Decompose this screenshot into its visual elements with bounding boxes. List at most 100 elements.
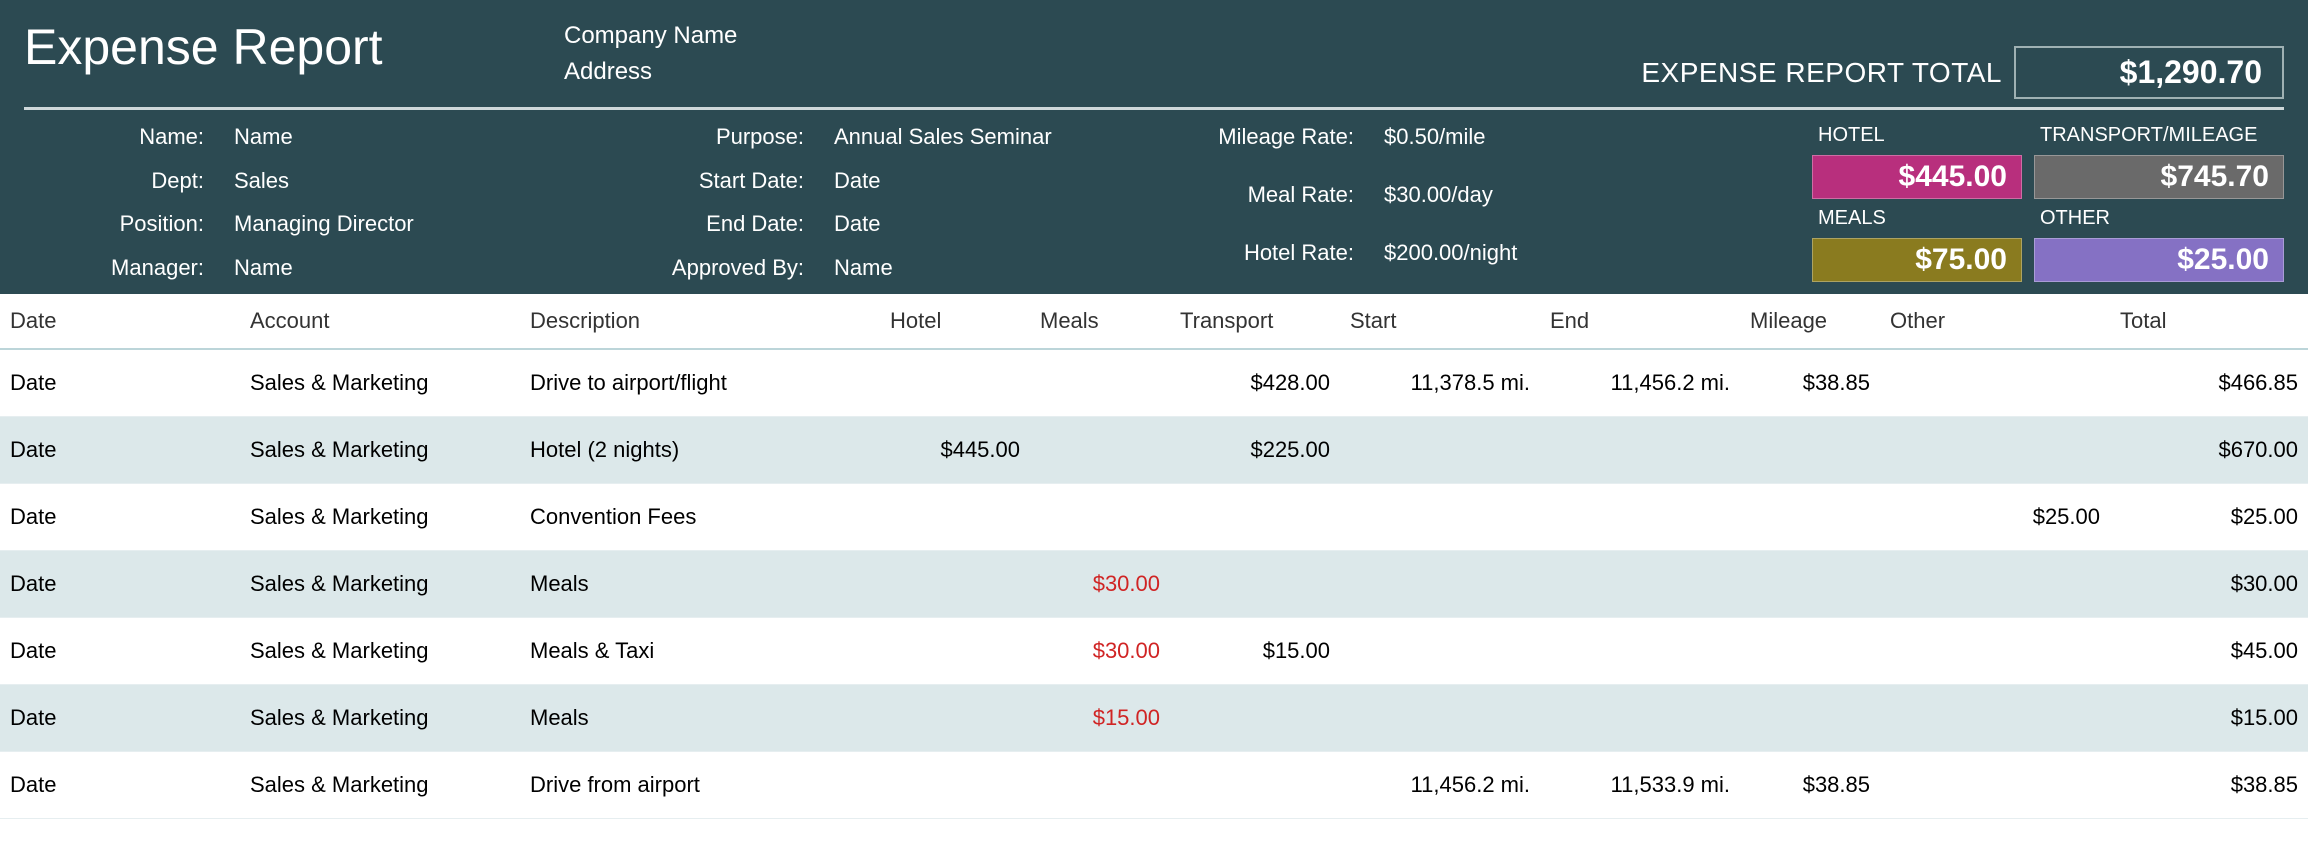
cell-mileage: $38.85	[1740, 349, 1880, 417]
cell-account: Sales & Marketing	[240, 618, 520, 685]
cell-hotel: $445.00	[880, 417, 1030, 484]
cell-transport	[1170, 551, 1340, 618]
summary-other-label: OTHER	[2034, 207, 2284, 230]
enddate-label: End Date:	[564, 211, 834, 239]
table-row: DateSales & MarketingMeals$15.00$15.00	[0, 685, 2308, 752]
enddate-value: Date	[834, 211, 1124, 239]
cell-meals: $15.00	[1030, 685, 1170, 752]
cell-start	[1340, 685, 1540, 752]
cell-mileage	[1740, 417, 1880, 484]
cell-date: Date	[0, 349, 240, 417]
report-header: Expense Report Company Name Address EXPE…	[0, 0, 2308, 294]
manager-label: Manager:	[24, 255, 234, 283]
cell-transport: $225.00	[1170, 417, 1340, 484]
hotel-rate-value: $200.00/night	[1384, 240, 1664, 282]
cell-meals	[1030, 752, 1170, 819]
cell-description: Convention Fees	[520, 484, 880, 551]
name-value: Name	[234, 124, 564, 152]
cell-mileage	[1740, 551, 1880, 618]
th-hotel: Hotel	[880, 294, 1030, 349]
cell-description: Hotel (2 nights)	[520, 417, 880, 484]
th-transport: Transport	[1170, 294, 1340, 349]
cell-meals	[1030, 349, 1170, 417]
mileage-rate-label: Mileage Rate:	[1124, 124, 1384, 166]
cell-meals: $30.00	[1030, 618, 1170, 685]
purpose-label: Purpose:	[564, 124, 834, 152]
cell-end	[1540, 618, 1740, 685]
cell-meals	[1030, 417, 1170, 484]
approved-label: Approved By:	[564, 255, 834, 283]
cell-transport	[1170, 685, 1340, 752]
cell-total: $670.00	[2110, 417, 2308, 484]
cell-total: $30.00	[2110, 551, 2308, 618]
cell-account: Sales & Marketing	[240, 752, 520, 819]
position-value: Managing Director	[234, 211, 564, 239]
cell-total: $25.00	[2110, 484, 2308, 551]
cell-other	[1880, 349, 2110, 417]
summary-other-value: $25.00	[2034, 238, 2284, 282]
cell-account: Sales & Marketing	[240, 685, 520, 752]
cell-description: Meals	[520, 551, 880, 618]
cell-transport: $428.00	[1170, 349, 1340, 417]
cell-meals	[1030, 484, 1170, 551]
cell-end	[1540, 685, 1740, 752]
cell-total: $466.85	[2110, 349, 2308, 417]
cell-start	[1340, 417, 1540, 484]
approved-value: Name	[834, 255, 1124, 283]
th-other: Other	[1880, 294, 2110, 349]
info-col-trip: Purpose: Annual Sales Seminar Start Date…	[564, 124, 1124, 282]
cell-account: Sales & Marketing	[240, 551, 520, 618]
cell-date: Date	[0, 551, 240, 618]
cell-end	[1540, 484, 1740, 551]
table-header-row: Date Account Description Hotel Meals Tra…	[0, 294, 2308, 349]
cell-hotel	[880, 349, 1030, 417]
hotel-rate-label: Hotel Rate:	[1124, 240, 1384, 282]
cell-mileage	[1740, 484, 1880, 551]
company-name: Company Name	[564, 18, 1641, 54]
th-meals: Meals	[1030, 294, 1170, 349]
table-row: DateSales & MarketingDrive from airport1…	[0, 752, 2308, 819]
th-total: Total	[2110, 294, 2308, 349]
cell-mileage	[1740, 618, 1880, 685]
cell-account: Sales & Marketing	[240, 417, 520, 484]
cell-meals: $30.00	[1030, 551, 1170, 618]
cell-end	[1540, 417, 1740, 484]
info-row: Name: Name Dept: Sales Position: Managin…	[24, 124, 2284, 282]
expense-table: Date Account Description Hotel Meals Tra…	[0, 294, 2308, 819]
cell-description: Meals	[520, 685, 880, 752]
name-label: Name:	[24, 124, 234, 152]
table-row: DateSales & MarketingConvention Fees$25.…	[0, 484, 2308, 551]
dept-label: Dept:	[24, 168, 234, 196]
cell-total: $15.00	[2110, 685, 2308, 752]
cell-other	[1880, 685, 2110, 752]
cell-start	[1340, 551, 1540, 618]
cell-other: $25.00	[1880, 484, 2110, 551]
category-summary: HOTEL TRANSPORT/MILEAGE $445.00 $745.70 …	[1664, 124, 2284, 282]
cell-mileage: $38.85	[1740, 752, 1880, 819]
cell-account: Sales & Marketing	[240, 349, 520, 417]
report-title: Expense Report	[24, 18, 564, 76]
grand-total-block: EXPENSE REPORT TOTAL $1,290.70	[1641, 46, 2284, 99]
cell-hotel	[880, 618, 1030, 685]
cell-hotel	[880, 551, 1030, 618]
cell-total: $38.85	[2110, 752, 2308, 819]
cell-total: $45.00	[2110, 618, 2308, 685]
info-col-person: Name: Name Dept: Sales Position: Managin…	[24, 124, 564, 282]
summary-meals-label: MEALS	[1812, 207, 2022, 230]
th-end: End	[1540, 294, 1740, 349]
purpose-value: Annual Sales Seminar	[834, 124, 1124, 152]
meal-rate-label: Meal Rate:	[1124, 182, 1384, 224]
cell-start: 11,378.5 mi.	[1340, 349, 1540, 417]
header-top-row: Expense Report Company Name Address EXPE…	[24, 18, 2284, 110]
cell-end: 11,533.9 mi.	[1540, 752, 1740, 819]
grand-total-value: $1,290.70	[2014, 46, 2284, 99]
cell-transport	[1170, 752, 1340, 819]
cell-hotel	[880, 685, 1030, 752]
th-description: Description	[520, 294, 880, 349]
cell-start: 11,456.2 mi.	[1340, 752, 1540, 819]
cell-date: Date	[0, 618, 240, 685]
company-block: Company Name Address	[564, 18, 1641, 90]
cell-other	[1880, 752, 2110, 819]
cell-end	[1540, 551, 1740, 618]
cell-start	[1340, 484, 1540, 551]
